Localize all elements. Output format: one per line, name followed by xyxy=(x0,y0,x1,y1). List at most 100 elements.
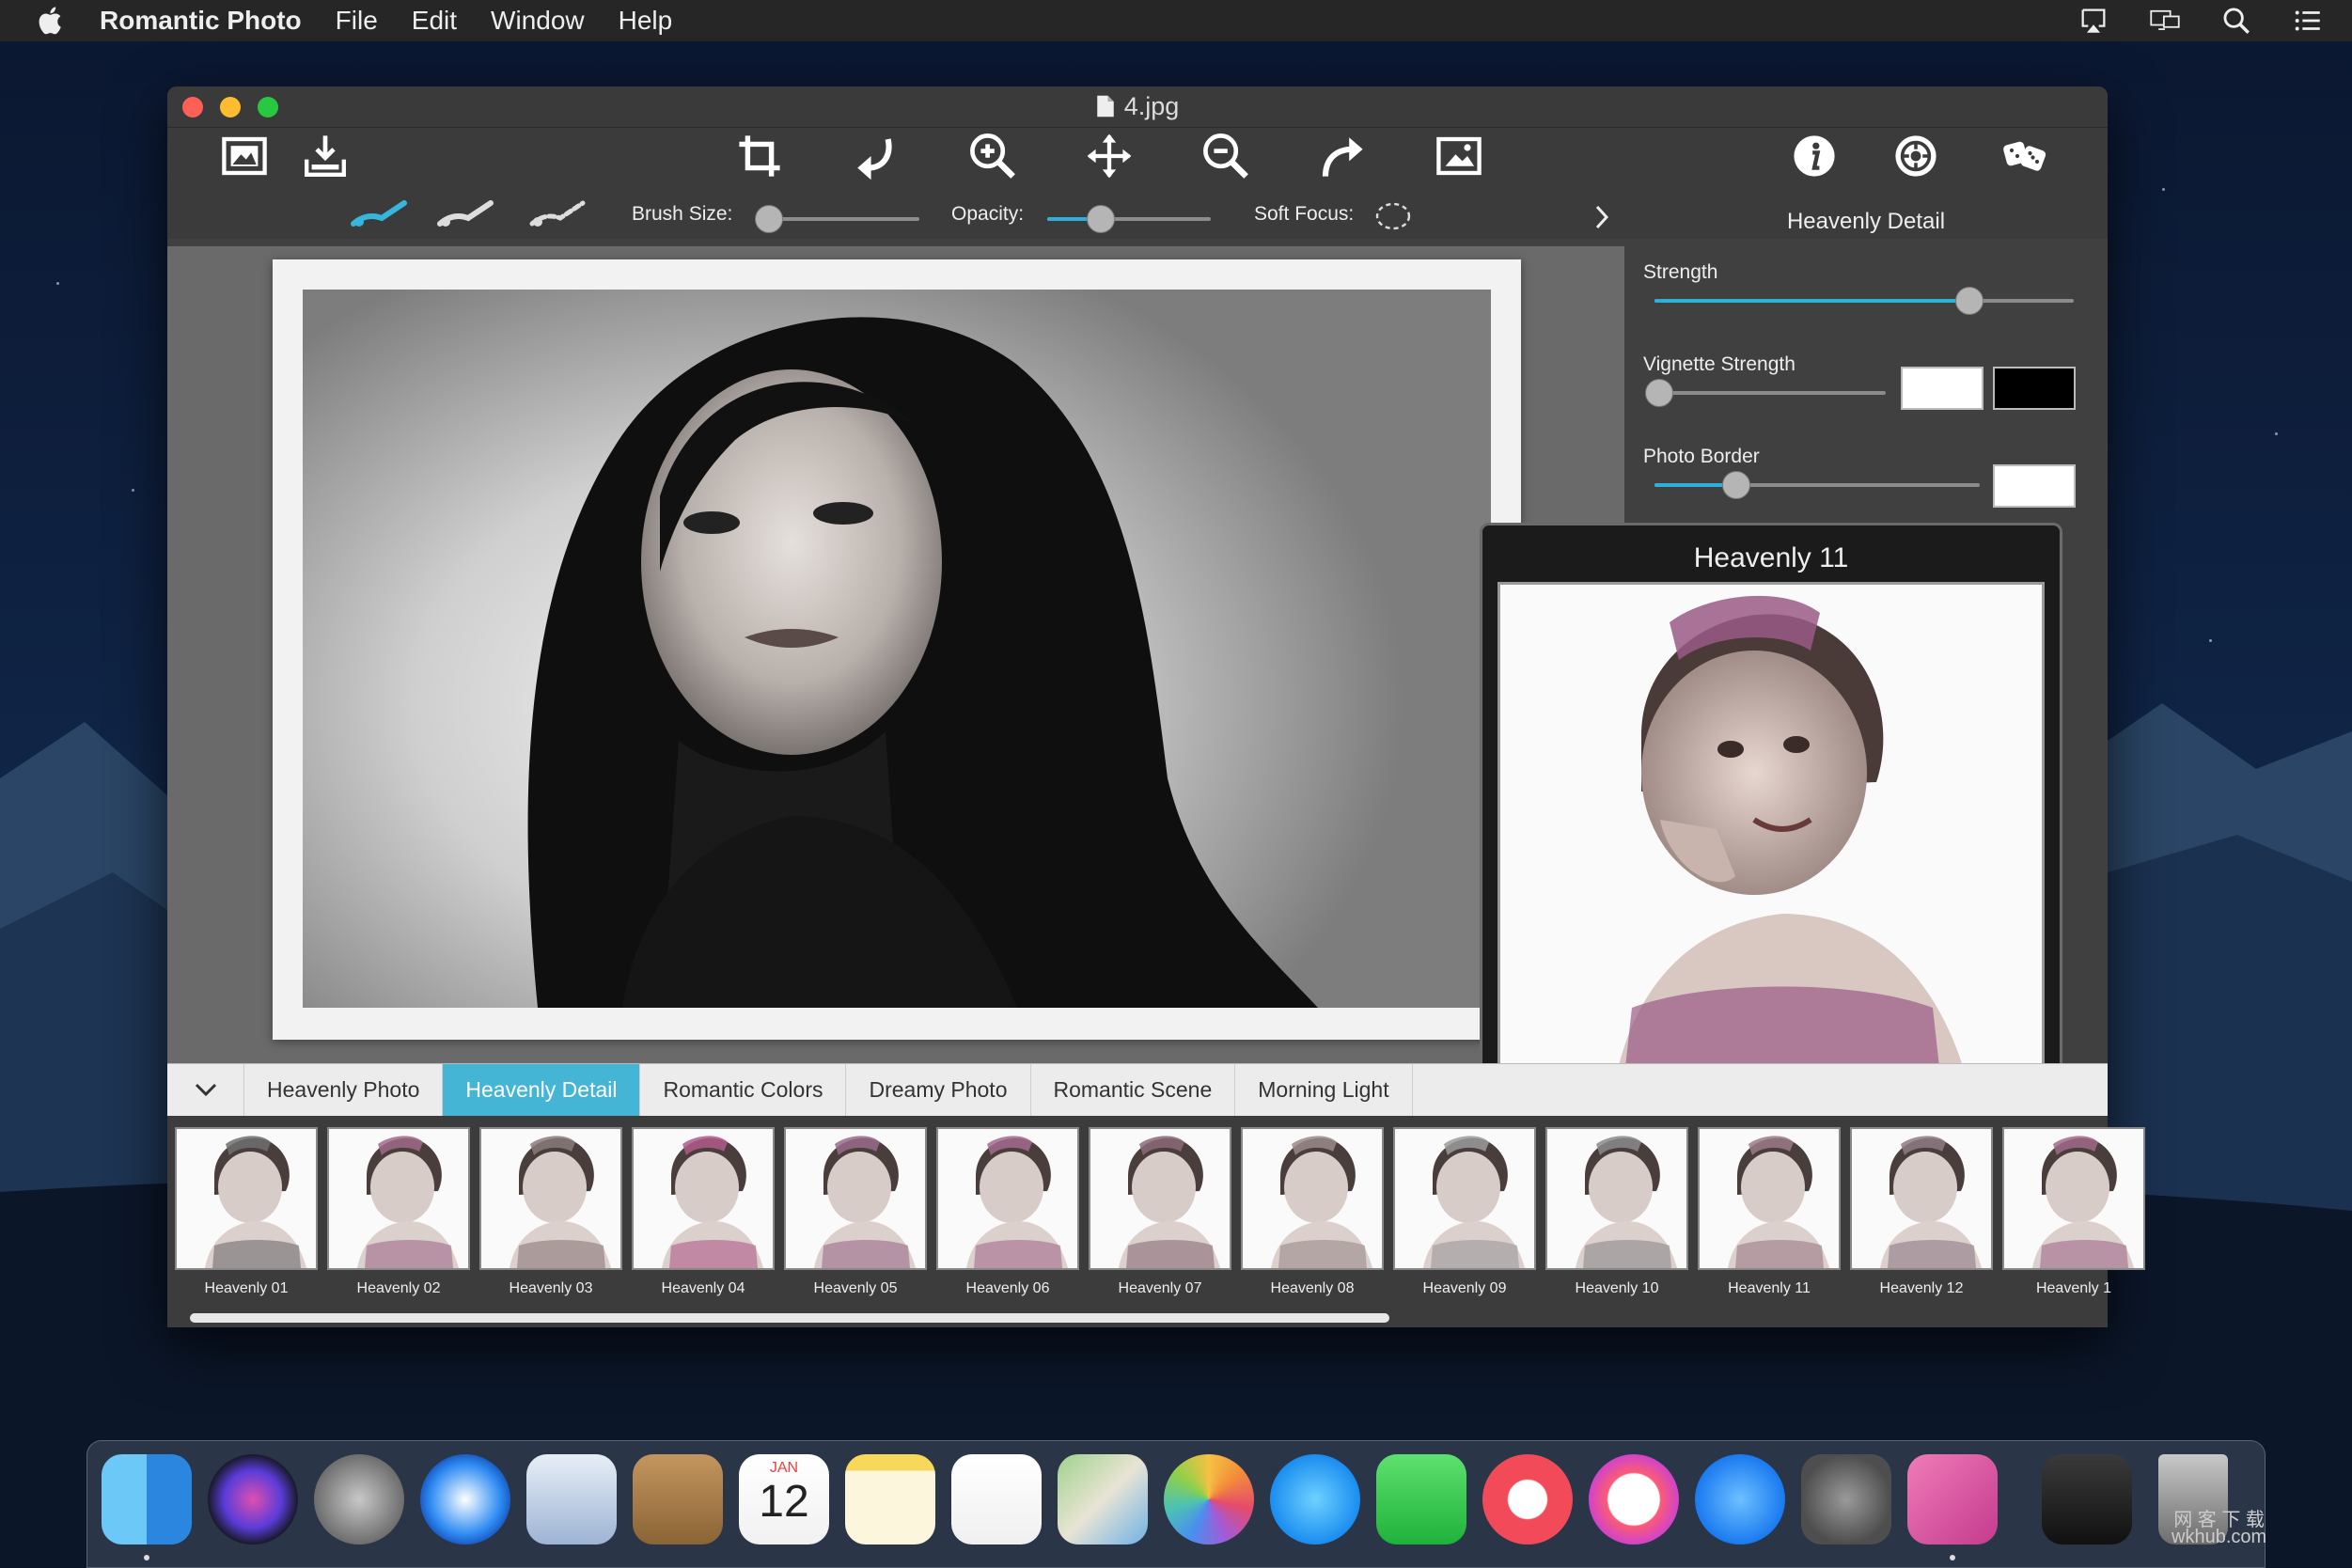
brush-size-slider[interactable] xyxy=(755,205,919,233)
preset-thumbnail-label: Heavenly 02 xyxy=(356,1280,441,1296)
collapse-strip-button[interactable] xyxy=(167,1064,244,1116)
panel-title: Heavenly Detail xyxy=(1786,209,1946,234)
display-icon[interactable] xyxy=(2149,5,2181,37)
strength-slider[interactable] xyxy=(1654,287,2074,315)
photo-border-color-swatch[interactable] xyxy=(1993,464,2076,508)
vignette-strength-label: Vignette Strength xyxy=(1643,353,1795,375)
preset-thumbnail-image xyxy=(966,1136,1068,1268)
music-icon[interactable] xyxy=(1589,1454,1679,1544)
window-title: 4.jpg xyxy=(167,92,2108,121)
edited-photo[interactable] xyxy=(303,290,1491,1008)
menu-edit[interactable]: Edit xyxy=(412,6,457,36)
siri-icon[interactable] xyxy=(208,1454,298,1544)
preset-thumbnail[interactable] xyxy=(1241,1127,1384,1270)
finder-icon[interactable] xyxy=(102,1454,192,1544)
preset-thumbnail[interactable] xyxy=(632,1127,775,1270)
preset-thumbnail[interactable] xyxy=(1089,1127,1231,1270)
random-dice-button[interactable] xyxy=(1991,130,2061,182)
preset-thumbnail[interactable] xyxy=(784,1127,927,1270)
apple-menu-icon[interactable] xyxy=(36,5,68,37)
contacts-icon[interactable] xyxy=(633,1454,723,1544)
portrait-image xyxy=(527,317,1318,1008)
preset-thumbnail-strip: Heavenly 01 Heavenly 02 Heavenly 03 Heavenl… xyxy=(167,1116,2145,1327)
tab-romantic-colors[interactable]: Romantic Colors xyxy=(640,1064,847,1116)
photo-border-knob[interactable] xyxy=(1721,471,1750,499)
calendar-icon[interactable]: JAN 12 xyxy=(739,1454,829,1544)
panel-collapse-chevron-icon[interactable] xyxy=(1591,203,1613,231)
open-image-icon xyxy=(222,136,267,176)
downloads-stack-icon[interactable] xyxy=(2042,1454,2132,1544)
menu-file[interactable]: File xyxy=(336,6,378,36)
maps-icon[interactable] xyxy=(1058,1454,1148,1544)
mail-icon[interactable] xyxy=(526,1454,617,1544)
menu-app-name[interactable]: Romantic Photo xyxy=(100,6,302,36)
open-image-button[interactable] xyxy=(216,130,273,182)
strength-knob[interactable] xyxy=(1954,287,1984,315)
preview-image xyxy=(1497,582,2045,1090)
move-button[interactable] xyxy=(1081,130,1137,182)
preset-thumbnail-image xyxy=(2032,1136,2134,1268)
rotate-left-button[interactable] xyxy=(848,130,904,182)
fit-image-button[interactable] xyxy=(1431,130,1487,182)
preset-thumbnail-label: Heavenly 1 xyxy=(2035,1280,2112,1296)
tab-dreamy-photo[interactable]: Dreamy Photo xyxy=(846,1064,1031,1116)
preset-thumbnail-label: Heavenly 11 xyxy=(1728,1280,1811,1296)
app-store-icon[interactable] xyxy=(1695,1454,1785,1544)
preset-thumbnail-image xyxy=(1576,1136,1677,1268)
brush-erase-icon[interactable] xyxy=(436,196,498,233)
system-preferences-icon[interactable] xyxy=(1801,1454,1891,1544)
opacity-slider[interactable] xyxy=(1047,205,1211,233)
horizontal-scrollbar[interactable] xyxy=(190,1313,1389,1323)
zoom-in-button[interactable] xyxy=(964,130,1021,182)
preset-thumbnail[interactable] xyxy=(1393,1127,1536,1270)
soft-focus-icon[interactable] xyxy=(1374,201,1412,231)
crop-icon xyxy=(739,135,780,177)
window-title-text: 4.jpg xyxy=(1123,92,1180,120)
vignette-outer-color-swatch[interactable] xyxy=(1993,367,2076,410)
photo-border-slider[interactable] xyxy=(1654,471,1980,499)
safari-icon[interactable] xyxy=(420,1454,510,1544)
preset-thumbnail[interactable] xyxy=(2002,1127,2145,1270)
notes-icon[interactable] xyxy=(845,1454,935,1544)
airplay-icon[interactable] xyxy=(2078,5,2109,37)
preset-thumbnail[interactable] xyxy=(1698,1127,1841,1270)
preset-thumbnail[interactable] xyxy=(1850,1127,1993,1270)
notification-center-icon[interactable] xyxy=(2292,5,2324,37)
spotlight-search-icon[interactable] xyxy=(2220,5,2252,37)
preset-thumbnail[interactable] xyxy=(327,1127,470,1270)
facetime-icon[interactable] xyxy=(1376,1454,1466,1544)
menu-help[interactable]: Help xyxy=(619,6,673,36)
preset-thumbnail[interactable] xyxy=(479,1127,622,1270)
opacity-label: Opacity: xyxy=(951,203,1025,225)
photos-icon[interactable] xyxy=(1164,1454,1254,1544)
watermark: 网 客 下 载 wkhub.com xyxy=(2172,1511,2267,1547)
vignette-strength-slider[interactable] xyxy=(1644,379,1886,407)
tab-heavenly-detail[interactable]: Heavenly Detail xyxy=(443,1064,641,1116)
vignette-inner-color-swatch[interactable] xyxy=(1901,367,1984,410)
brush-apply-icon[interactable] xyxy=(350,196,412,233)
calendar-month: JAN xyxy=(769,1460,799,1476)
brush-restore-icon[interactable] xyxy=(528,196,590,233)
romantic-photo-icon[interactable] xyxy=(1907,1454,1998,1544)
reminders-icon[interactable] xyxy=(951,1454,1042,1544)
save-export-button[interactable] xyxy=(297,130,353,182)
zoom-out-icon xyxy=(1203,133,1248,179)
vignette-strength-knob[interactable] xyxy=(1644,379,1673,407)
messages-icon[interactable] xyxy=(1270,1454,1360,1544)
launchpad-icon[interactable] xyxy=(314,1454,404,1544)
tab-heavenly-photo[interactable]: Heavenly Photo xyxy=(244,1064,444,1116)
rotate-right-button[interactable] xyxy=(1314,130,1371,182)
settings-button[interactable] xyxy=(1888,130,1944,182)
crop-button[interactable] xyxy=(731,130,788,182)
info-button[interactable] xyxy=(1786,130,1842,182)
news-icon[interactable] xyxy=(1482,1454,1573,1544)
menu-window[interactable]: Window xyxy=(491,6,585,36)
watermark-line-2: wkhub.com xyxy=(2172,1527,2267,1547)
preset-thumbnail[interactable] xyxy=(936,1127,1079,1270)
tab-romantic-scene[interactable]: Romantic Scene xyxy=(1031,1064,1236,1116)
tab-morning-light[interactable]: Morning Light xyxy=(1235,1064,1413,1116)
preset-thumbnail-label: Heavenly 09 xyxy=(1422,1280,1507,1296)
preset-thumbnail[interactable] xyxy=(175,1127,318,1270)
preset-thumbnail[interactable] xyxy=(1545,1127,1688,1270)
zoom-out-button[interactable] xyxy=(1198,130,1254,182)
